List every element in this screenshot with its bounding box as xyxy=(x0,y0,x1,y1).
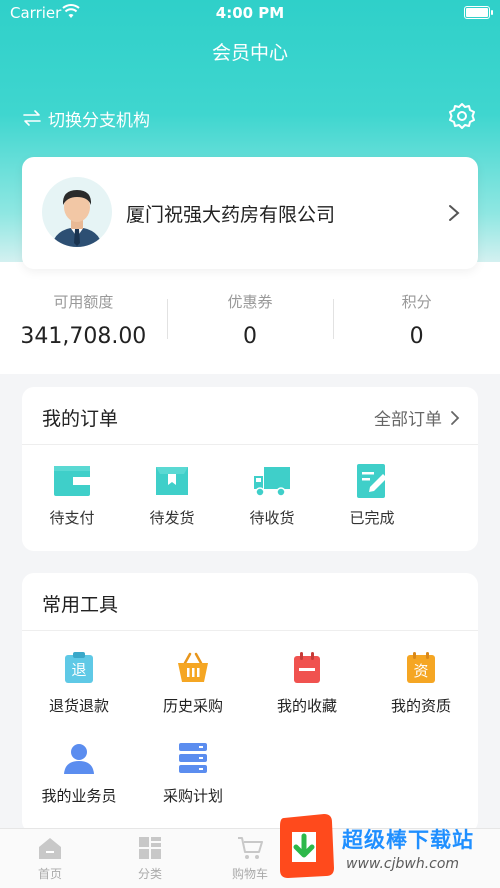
order-pending-receipt[interactable]: 待收货 xyxy=(222,463,322,533)
tool-label: 采购计划 xyxy=(162,787,223,805)
stat-label: 积分 xyxy=(401,293,432,311)
stat-label: 可用额度 xyxy=(53,293,114,311)
status-bar: Carrier 4:00 PM xyxy=(0,0,500,28)
stat-value: 341,708.00 xyxy=(20,324,147,349)
tools-header: 常用工具 xyxy=(22,573,478,631)
settings-gear-icon[interactable] xyxy=(446,101,478,133)
plan-icon xyxy=(179,743,207,773)
watermark-url: www.cjbwh.com xyxy=(346,856,460,872)
return-icon: 退 xyxy=(65,652,93,683)
basket-icon xyxy=(178,652,208,682)
status-time: 4:00 PM xyxy=(215,4,285,22)
tab-label: 分类 xyxy=(137,867,162,881)
order-status-label: 待发货 xyxy=(149,509,195,527)
tool-qualifications[interactable]: 资 我的资质 xyxy=(364,651,478,716)
truck-icon xyxy=(254,467,290,497)
battery-icon xyxy=(464,6,493,19)
tool-salesman[interactable]: 我的业务员 xyxy=(22,741,136,806)
chevron-right-icon xyxy=(449,205,460,221)
chevron-right-icon xyxy=(451,410,460,425)
company-name: 厦门祝强大药房有限公司 xyxy=(126,204,336,226)
qualification-icon: 资 xyxy=(407,652,435,683)
order-pending-shipment[interactable]: 待发货 xyxy=(122,463,222,533)
tool-purchase-history[interactable]: 历史采购 xyxy=(136,651,250,716)
all-orders-label: 全部订单 xyxy=(374,410,442,430)
tool-purchase-plan[interactable]: 采购计划 xyxy=(136,741,250,806)
tool-label: 历史采购 xyxy=(162,697,223,715)
stat-label: 优惠券 xyxy=(227,293,273,311)
avatar xyxy=(42,177,112,247)
account-stats: 可用额度 341,708.00 优惠券 0 积分 0 xyxy=(0,285,500,365)
order-status-label: 待支付 xyxy=(49,509,95,527)
order-status-label: 已完成 xyxy=(349,509,395,527)
tool-label: 我的资质 xyxy=(390,697,451,715)
tools-card: 常用工具 退 退货退款 历史采购 我的收藏 资 我的资质 我的业务员 采购计划 xyxy=(22,573,478,833)
all-orders-link[interactable]: 全部订单 xyxy=(374,405,460,430)
page-title: 会员中心 xyxy=(211,42,288,64)
cart-icon xyxy=(238,837,263,859)
company-card[interactable]: 厦门祝强大药房有限公司 xyxy=(22,157,478,269)
stat-value: 0 xyxy=(409,324,424,349)
tool-favorites[interactable]: 我的收藏 xyxy=(250,651,364,716)
favorites-icon xyxy=(294,652,320,683)
order-status-label: 待收货 xyxy=(249,509,295,527)
order-completed[interactable]: 已完成 xyxy=(322,463,422,533)
order-status-list: 待支付 待发货 待收货 已完成 xyxy=(22,463,422,533)
qualification-icon-text: 资 xyxy=(413,662,428,680)
stat-value: 0 xyxy=(243,324,257,349)
stat-credit[interactable]: 可用额度 341,708.00 xyxy=(0,285,167,365)
tool-label: 我的业务员 xyxy=(41,787,117,805)
home-icon xyxy=(39,838,61,859)
switch-branch-label: 切换分支机构 xyxy=(48,110,150,131)
tool-label: 退货退款 xyxy=(48,697,109,715)
tool-returns[interactable]: 退 退货退款 xyxy=(22,651,136,716)
orders-title: 我的订单 xyxy=(42,408,119,430)
tool-label: 我的收藏 xyxy=(276,697,337,715)
orders-header: 我的订单 全部订单 xyxy=(22,387,478,445)
tab-label: 购物车 xyxy=(231,867,268,881)
tab-label: 首页 xyxy=(37,867,62,881)
category-icon xyxy=(139,837,161,859)
orders-card: 我的订单 全部订单 待支付 待发货 待收货 已完成 xyxy=(22,387,478,551)
salesman-icon xyxy=(64,744,94,774)
download-logo-icon xyxy=(280,814,334,878)
tab-category[interactable]: 分类 xyxy=(100,835,200,882)
wallet-icon xyxy=(54,466,90,496)
switch-arrows-icon xyxy=(23,110,41,126)
order-pending-payment[interactable]: 待支付 xyxy=(22,463,122,533)
document-check-icon xyxy=(357,464,387,498)
watermark-title: 超级棒下载站 xyxy=(342,828,474,852)
user-avatar-icon xyxy=(52,190,102,247)
stat-coupons[interactable]: 优惠券 0 xyxy=(166,285,334,365)
tools-title: 常用工具 xyxy=(42,594,119,616)
stat-points[interactable]: 积分 0 xyxy=(333,285,500,365)
download-site-watermark: 超级棒下载站 www.cjbwh.com xyxy=(276,808,500,888)
return-icon-text: 退 xyxy=(71,661,86,679)
box-icon xyxy=(156,467,188,495)
tab-home[interactable]: 首页 xyxy=(0,835,100,882)
switch-branch-button[interactable]: 切换分支机构 xyxy=(22,104,150,132)
